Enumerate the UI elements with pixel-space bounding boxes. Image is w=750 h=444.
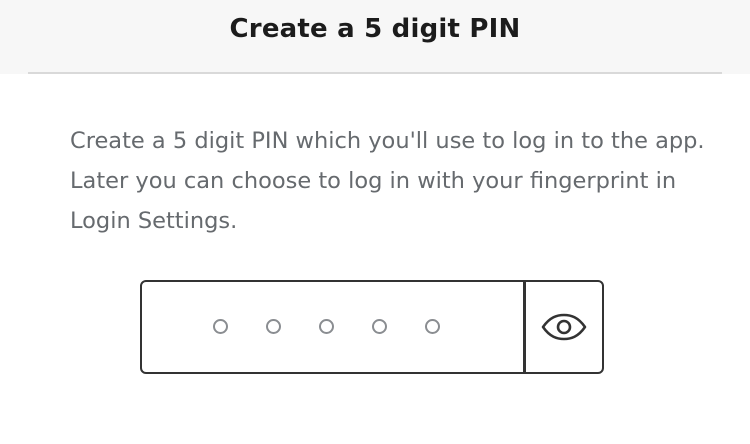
header-divider [28, 72, 722, 74]
eye-icon [541, 313, 587, 341]
pin-input[interactable] [140, 280, 604, 374]
pin-dot [213, 319, 228, 334]
pin-dot [372, 319, 387, 334]
page-title: Create a 5 digit PIN [229, 14, 521, 44]
header-bar: Create a 5 digit PIN [0, 0, 750, 74]
show-pin-toggle-button[interactable] [526, 282, 603, 372]
pin-dot [319, 319, 334, 334]
pin-dots[interactable] [142, 282, 523, 372]
instructions-text: Create a 5 digit PIN which you'll use to… [70, 128, 705, 234]
pin-dot [266, 319, 281, 334]
pin-dot [425, 319, 440, 334]
